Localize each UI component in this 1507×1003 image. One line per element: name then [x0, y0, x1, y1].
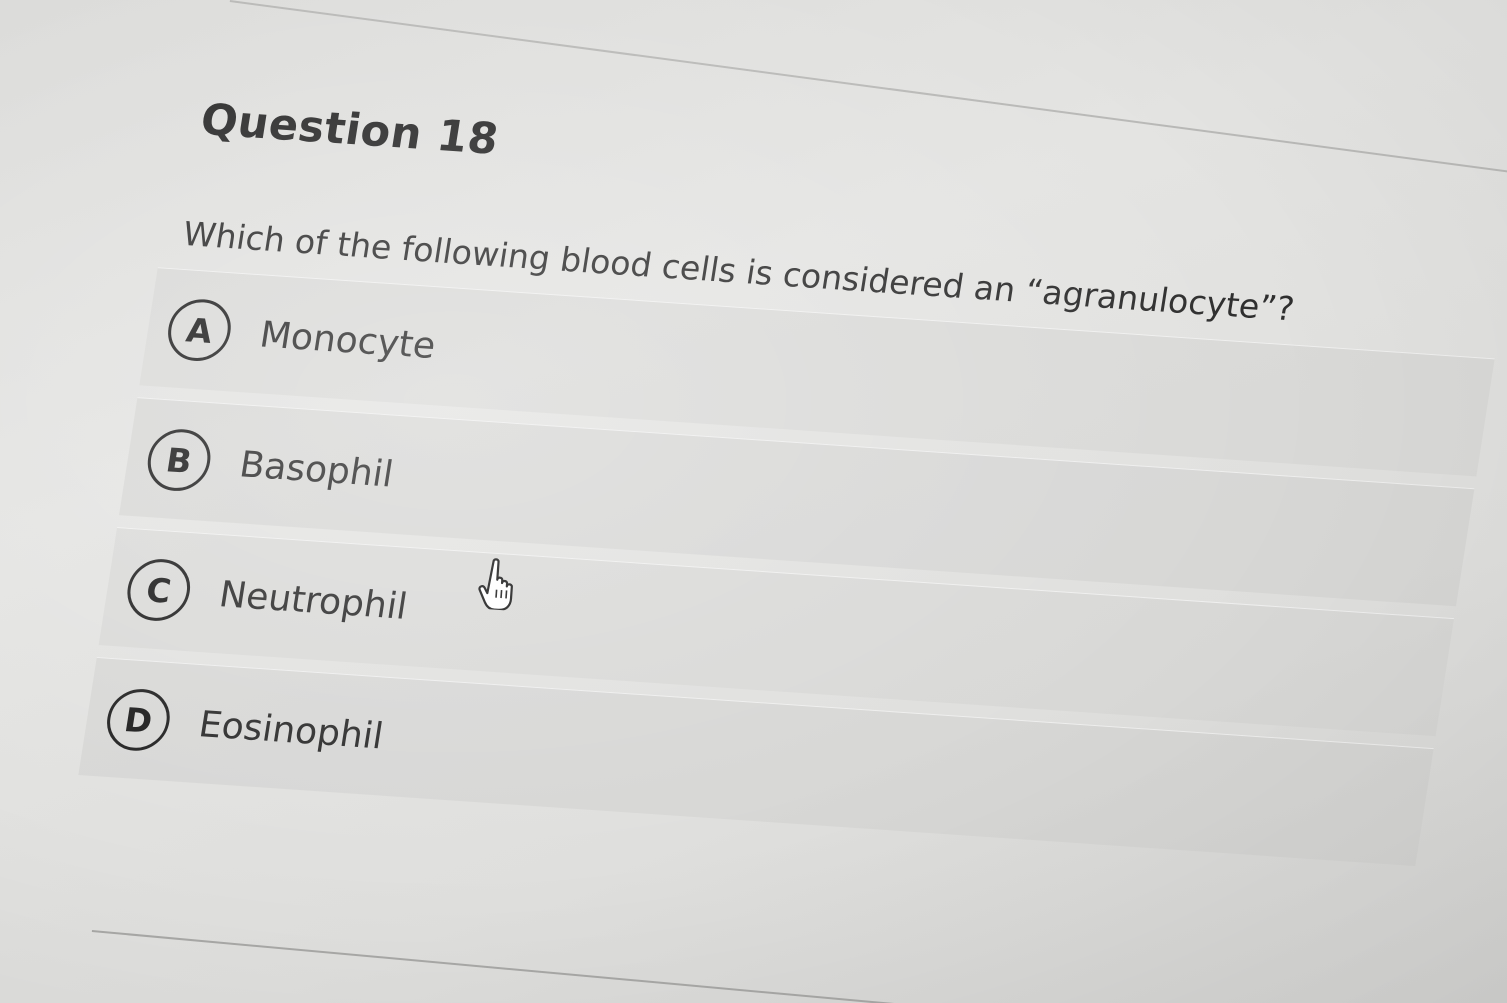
choice-letter-badge: A	[163, 297, 236, 364]
choice-label: Neutrophil	[216, 573, 411, 628]
hand-pointer-icon	[478, 558, 513, 611]
choice-label: Basophil	[236, 443, 396, 495]
answer-choices: A Monocyte B Basophil C Neutrophil D Eos…	[78, 267, 1495, 867]
choice-label: Eosinophil	[196, 703, 387, 757]
choice-letter-badge: D	[102, 687, 175, 753]
choice-label: Monocyte	[257, 313, 439, 367]
choice-letter-badge: B	[143, 427, 215, 493]
choice-letter-badge: C	[123, 557, 195, 623]
quiz-screen: Question 18 Which of the following blood…	[0, 0, 1507, 1003]
bottom-divider	[91, 930, 989, 1003]
question-title: Question 18	[197, 95, 502, 165]
question-card: Question 18 Which of the following blood…	[78, 95, 1507, 878]
